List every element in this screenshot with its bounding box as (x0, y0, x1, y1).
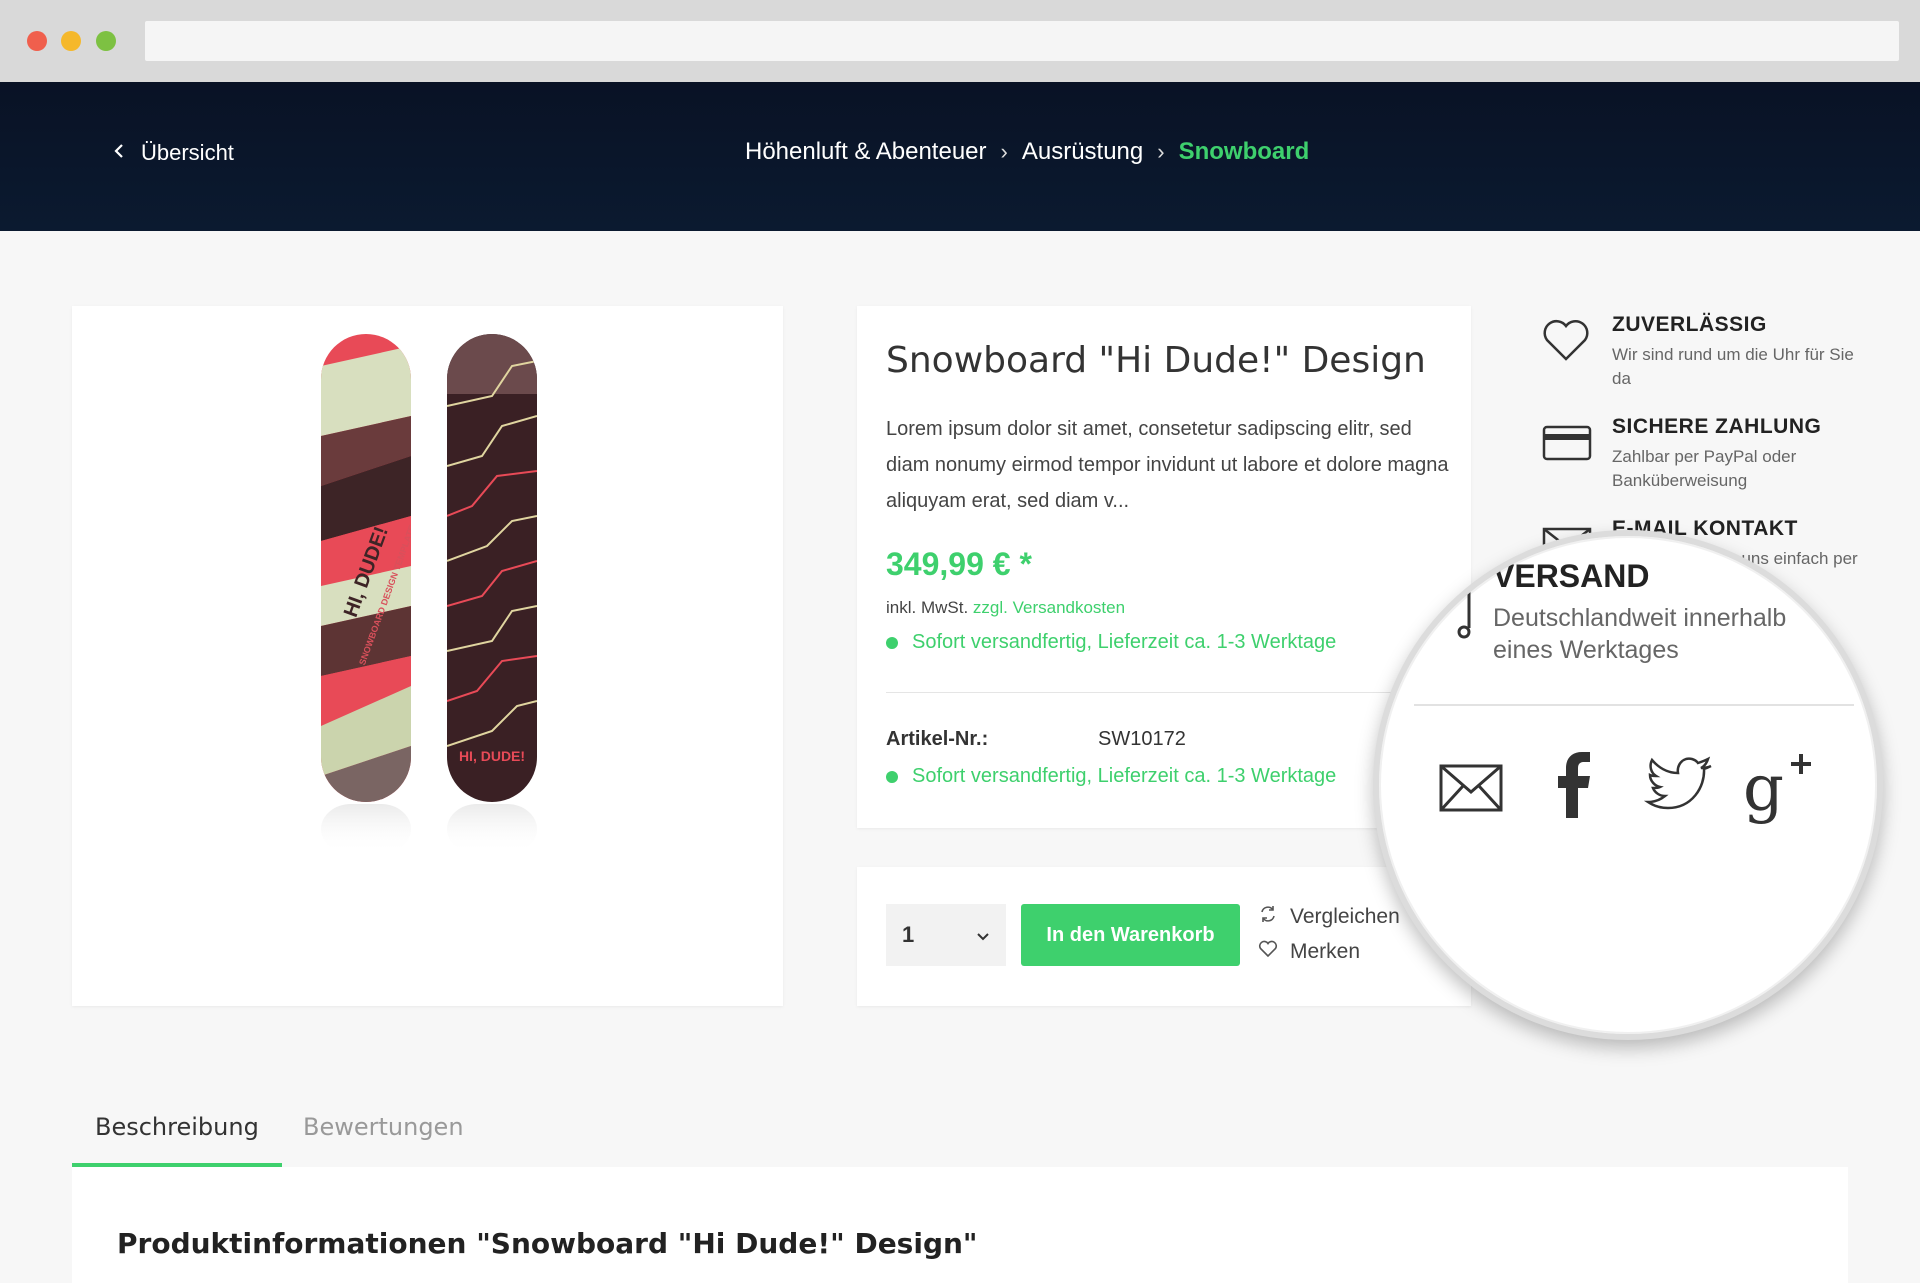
shipping-text: Deutschlandweit innerhalb eines Werktage… (1493, 604, 1787, 664)
tab-reviews[interactable]: Bewertungen (303, 1113, 464, 1141)
svg-text:g: g (1743, 752, 1784, 826)
tab-panel: Produktinformationen "Snowboard "Hi Dude… (72, 1167, 1848, 1283)
tax-prefix: inkl. MwSt. (886, 598, 969, 617)
maximize-window-button[interactable] (96, 31, 116, 51)
minimize-window-button[interactable] (61, 31, 81, 51)
refresh-icon (1258, 904, 1278, 930)
compare-link[interactable]: Vergleichen (1258, 904, 1400, 930)
twitter-icon[interactable] (1641, 746, 1721, 826)
shipping-title: VERSAND (1493, 558, 1650, 594)
shipping-costs-link[interactable]: zzgl. Versandkosten (973, 598, 1125, 617)
mail-icon[interactable] (1429, 746, 1509, 826)
browser-chrome (0, 0, 1920, 82)
truck-icon (1439, 580, 1479, 645)
magnifier-lens: VERSAND Deutschlandweit innerhalb eines … (1373, 530, 1883, 1040)
status-dot-icon (886, 770, 898, 783)
add-to-cart-button[interactable]: In den Warenkorb (1021, 904, 1240, 966)
breadcrumb-item-current[interactable]: Snowboard (1179, 138, 1310, 166)
product-title: Snowboard "Hi Dude!" Design (886, 340, 1426, 381)
tax-info: inkl. MwSt. zzgl. Versandkosten (886, 598, 1125, 618)
address-bar[interactable] (145, 21, 1899, 61)
buy-box: 1 In den Warenkorb Vergleichen Merken (857, 867, 1471, 1006)
credit-card-icon (1540, 415, 1592, 467)
product-image-card: HI, DUDE! SNOWBOARD DESIGN TEMPLATE HI, … (72, 306, 783, 1006)
heart-icon (1258, 940, 1278, 964)
feature-text: Zahlbar per PayPal oder Banküberweisung (1612, 447, 1797, 490)
heart-icon (1540, 313, 1592, 365)
sku-value: SW10172 (1098, 728, 1186, 750)
product-information-title: Produktinformationen "Snowboard "Hi Dude… (117, 1227, 978, 1260)
chevron-right-icon: › (1157, 139, 1165, 164)
feature-title: SICHERE ZAHLUNG (1612, 415, 1822, 438)
quantity-select[interactable]: 1 (886, 904, 1006, 966)
board-reflection (321, 804, 411, 854)
feature-title: ZUVERLÄSSIG (1612, 313, 1767, 336)
delivery-status-text: Sofort versandfertig, Lieferzeit ca. 1-3… (912, 765, 1337, 787)
compare-label: Vergleichen (1290, 905, 1400, 928)
svg-text:HI, DUDE!: HI, DUDE! (459, 748, 525, 764)
status-dot-icon (886, 636, 898, 649)
back-to-overview-link[interactable]: Übersicht (113, 140, 234, 166)
chevron-right-icon: › (1000, 139, 1008, 164)
board-reflection (447, 804, 537, 854)
chevron-down-icon (976, 922, 990, 948)
breadcrumb: Höhenluft & Abenteuer › Ausrüstung › Sno… (745, 138, 1309, 166)
snowboard-right-graphic: HI, DUDE! (447, 334, 537, 802)
snowboard-product-image[interactable]: HI, DUDE! SNOWBOARD DESIGN TEMPLATE HI, … (72, 306, 783, 1006)
divider (886, 692, 1442, 693)
hero-header: Übersicht Höhenluft & Abenteuer › Ausrüs… (0, 82, 1920, 231)
snowboard-left-graphic: HI, DUDE! SNOWBOARD DESIGN TEMPLATE (321, 334, 411, 802)
delivery-status-text: Sofort versandfertig, Lieferzeit ca. 1-3… (912, 631, 1337, 653)
sku-label: Artikel-Nr.: (886, 728, 989, 750)
remember-label: Merken (1290, 940, 1361, 963)
delivery-status: Sofort versandfertig, Lieferzeit ca. 1-3… (886, 631, 1336, 654)
chevron-left-icon (113, 140, 125, 166)
close-window-button[interactable] (27, 31, 47, 51)
breadcrumb-item-category[interactable]: Höhenluft & Abenteuer (745, 138, 987, 166)
breadcrumb-item-subcategory[interactable]: Ausrüstung (1022, 138, 1143, 166)
divider (1414, 704, 1854, 706)
back-link-label: Übersicht (141, 140, 234, 165)
facebook-icon[interactable] (1534, 746, 1614, 826)
delivery-status-secondary: Sofort versandfertig, Lieferzeit ca. 1-3… (886, 765, 1336, 788)
google-plus-icon[interactable]: g (1739, 746, 1819, 826)
quantity-value: 1 (902, 922, 915, 947)
tab-description[interactable]: Beschreibung (95, 1113, 259, 1141)
product-price: 349,99 € * (886, 546, 1032, 582)
feature-text: Wir sind rund um die Uhr für Sie da (1612, 345, 1854, 388)
product-description: Lorem ipsum dolor sit amet, consetetur s… (886, 418, 1449, 512)
remember-link[interactable]: Merken (1258, 940, 1360, 964)
